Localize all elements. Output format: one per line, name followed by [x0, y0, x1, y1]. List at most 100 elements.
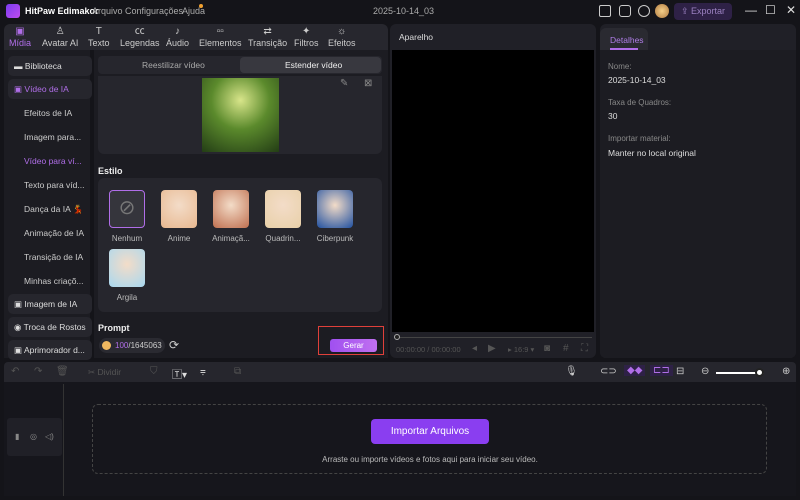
project-name: 2025-10-14_03	[373, 6, 435, 16]
video-ai-icon: ▣	[14, 84, 25, 94]
minimize-icon[interactable]: —	[745, 3, 757, 17]
snap-icon[interactable]: ◆◆	[624, 365, 646, 376]
menu-configuracoes[interactable]: Configurações	[125, 6, 183, 16]
style-thumb[interactable]	[213, 190, 249, 228]
snapshot-icon[interactable]: ◙	[544, 343, 550, 354]
sidebar-sub-efeitos[interactable]: Efeitos de IA	[24, 108, 72, 118]
sidebar-sub-texto-para-video[interactable]: Texto para víd...	[24, 180, 84, 190]
fullscreen-icon[interactable]: ⛶	[581, 343, 588, 354]
user-avatar[interactable]	[655, 4, 669, 18]
tab-legendas[interactable]: ㏄ Legendas	[120, 26, 160, 48]
tab-filtros[interactable]: ✦ Filtros	[294, 26, 319, 48]
style-thumb[interactable]	[161, 190, 197, 228]
import-files-button[interactable]: Importar Arquivos	[371, 419, 489, 444]
tab-label: Filtros	[294, 38, 319, 48]
split-button[interactable]: ✂ Dividir	[88, 367, 121, 378]
style-thumb[interactable]: ⊘	[109, 190, 145, 228]
elements-icon: ▫▫	[216, 26, 224, 37]
track-divider	[63, 384, 64, 496]
sidebar-item-imagem-ia[interactable]: ▣ Imagem de IA	[8, 294, 92, 314]
style-label: Quadrin...	[265, 234, 301, 243]
prev-frame-icon[interactable]: ◂	[472, 343, 477, 354]
sidebar-item-troca-rostos[interactable]: ◉ Troca de Rostos	[8, 317, 92, 337]
sidebar-label: Troca de Rostos	[23, 322, 86, 332]
sidebar-label: Aprimorador d...	[23, 345, 85, 355]
layout-icon[interactable]	[599, 5, 611, 17]
refresh-icon[interactable]: ⟳	[169, 338, 179, 352]
sidebar-sub-minhas-criacoes[interactable]: Minhas criaçõ...	[24, 276, 84, 286]
notification-dot	[199, 4, 203, 8]
microphone-icon[interactable]: 🎙	[565, 366, 578, 377]
text-icon: T	[95, 26, 102, 37]
preview-scrubber[interactable]	[396, 337, 592, 338]
speaker-icon[interactable]: ◁)	[45, 432, 54, 441]
sidebar-item-biblioteca[interactable]: ▬ Biblioteca	[8, 56, 92, 76]
aspect-ratio: 16:9	[513, 345, 529, 354]
feedback-icon[interactable]	[619, 5, 631, 17]
text-tool-icon[interactable]: 🅃▾	[172, 366, 187, 381]
undo-icon[interactable]: ↶	[11, 366, 19, 377]
eye-icon[interactable]: ◎	[30, 432, 37, 441]
edit-icon[interactable]: ✎	[340, 78, 348, 89]
fit-icon[interactable]: ⊟	[676, 366, 684, 377]
grid-icon[interactable]: #	[563, 343, 569, 354]
zoom-slider-fill	[716, 372, 760, 374]
close-icon[interactable]: ✕	[786, 3, 796, 17]
track-video-icon[interactable]: ▮	[15, 432, 19, 441]
sidebar-item-aprimorador[interactable]: ▣ Aprimorador d...	[8, 340, 92, 360]
aspect-ratio-select[interactable]: ▸ 16:9 ▾	[508, 345, 534, 354]
image-ai-icon: ▣	[14, 299, 25, 309]
style-thumb[interactable]	[109, 249, 145, 287]
tab-midia[interactable]: ▣ Mídia	[9, 26, 31, 48]
export-label: Exportar	[691, 6, 726, 16]
style-label: Argila	[116, 293, 138, 302]
delete-icon[interactable]: ⊠	[364, 78, 372, 89]
time-display: 00:00:00 / 00:00:00	[396, 345, 461, 354]
menu-arquivo[interactable]: Arquivo	[92, 6, 123, 16]
sidebar-sub-transicao[interactable]: Transição de IA	[24, 252, 83, 262]
prompt-heading: Prompt	[98, 323, 130, 333]
none-icon: ⊘	[118, 197, 136, 219]
tab-elementos[interactable]: ▫▫ Elementos	[199, 26, 242, 48]
tab-estender[interactable]: Estender vídeo	[285, 60, 342, 70]
coin-icon	[102, 341, 111, 350]
tab-label: Elementos	[199, 38, 242, 48]
preview-title: Aparelho	[399, 32, 434, 42]
trash-icon[interactable]: 🗑	[56, 366, 69, 377]
zoom-out-icon[interactable]: ⊖	[701, 366, 709, 377]
zoom-in-icon[interactable]: ⊕	[782, 366, 790, 377]
magnet-icon[interactable]: ⊏⊐	[650, 365, 673, 376]
tab-reestilizar[interactable]: Reestilizar vídeo	[142, 60, 205, 70]
app-title: HitPaw Edimakor	[25, 6, 99, 16]
tab-detalhes[interactable]: Detalhes	[600, 28, 648, 50]
avatar-icon: ♙	[55, 26, 65, 37]
link-icon[interactable]: ⊂⊃	[600, 366, 617, 377]
export-clip-icon[interactable]: ⧉	[234, 366, 241, 377]
face-swap-icon: ◉	[14, 322, 24, 332]
sidebar-sub-danca[interactable]: Dança da IA 💃	[24, 204, 83, 215]
tab-avatar-ai[interactable]: ♙ Avatar AI	[42, 26, 78, 48]
shield-icon[interactable]: ⛉	[150, 366, 158, 377]
export-button[interactable]: ⇪ Exportar	[674, 3, 732, 20]
credits-used: 100	[115, 341, 129, 350]
sidebar-item-video-ia[interactable]: ▣ Vídeo de IA	[8, 79, 92, 99]
download-icon[interactable]	[638, 5, 650, 17]
style-thumb[interactable]	[317, 190, 353, 228]
drop-hint: Arraste ou importe vídeos e fotos aqui p…	[322, 455, 538, 464]
style-thumb[interactable]	[265, 190, 301, 228]
remove-text-icon[interactable]: ⩦	[200, 366, 206, 377]
maximize-icon[interactable]: ☐	[765, 3, 776, 17]
app-logo	[6, 4, 20, 18]
scrubber-handle[interactable]	[394, 334, 400, 340]
tab-texto[interactable]: T Texto	[88, 26, 110, 48]
tab-efeitos[interactable]: ☼ Efeitos	[328, 26, 356, 48]
sidebar-sub-animacao[interactable]: Animação de IA	[24, 228, 84, 238]
split-label: Dividir	[97, 367, 122, 377]
sidebar-label: Imagem de IA	[24, 299, 78, 309]
sidebar-sub-video-para-video[interactable]: Vídeo para ví...	[24, 156, 82, 166]
tab-transicao[interactable]: ⇄ Transição	[248, 26, 287, 48]
tab-audio[interactable]: ♪ Áudio	[166, 26, 189, 48]
play-icon[interactable]: ▶	[488, 343, 496, 354]
redo-icon[interactable]: ↷	[34, 366, 42, 377]
sidebar-sub-imagem-para[interactable]: Imagem para...	[24, 132, 81, 142]
